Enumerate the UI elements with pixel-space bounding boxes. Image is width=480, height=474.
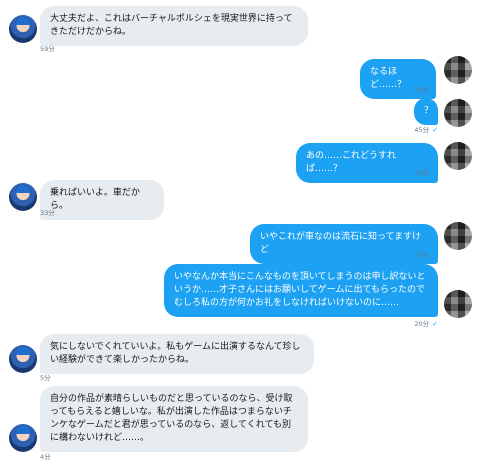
avatar[interactable]	[444, 99, 472, 127]
message-time: 4分	[40, 453, 51, 461]
read-check-icon: ✓	[432, 169, 438, 177]
read-check-icon: ✓	[432, 251, 438, 259]
avatar[interactable]	[444, 222, 472, 250]
message-meta: 20分 ✓	[414, 320, 438, 328]
read-check-icon: ✓	[432, 86, 438, 94]
message-bubble: いやなんか本当にこんなものを頂いてしまうのは申し訳ないというか……才子さんにはお…	[164, 264, 438, 317]
read-check-icon: ✓	[432, 320, 438, 328]
message-bubble: 大丈夫だよ、これはバーチャルポルシェを現実世界に持ってきただけだからね。	[40, 6, 308, 46]
message-time: 5分	[40, 374, 51, 382]
message-bubble: 乗ればいいよ。車だから。	[40, 180, 164, 220]
message-text: 気にしないでくれていいよ。私もゲームに出演するなんて珍しい経験ができて楽しかった…	[50, 342, 301, 365]
message-meta: 41分 ✓	[414, 169, 438, 177]
avatar[interactable]	[9, 345, 37, 373]
message-text: 大丈夫だよ、これはバーチャルポルシェを現実世界に持ってきただけだからね。	[50, 14, 293, 37]
avatar[interactable]	[9, 183, 37, 211]
message-bubble: 気にしないでくれていいよ。私もゲームに出演するなんて珍しい経験ができて楽しかった…	[40, 334, 314, 374]
message-time: 33分	[40, 209, 55, 217]
avatar[interactable]	[444, 290, 472, 318]
message-meta: 45分 ✓	[414, 126, 438, 134]
message-meta: 50分 ✓	[414, 86, 438, 94]
avatar[interactable]	[9, 15, 37, 43]
message-bubble: 自分の作品が素晴らしいものだと思っているのなら、受け取ってもらえると嬉しいな。私…	[40, 386, 308, 452]
avatar[interactable]	[9, 424, 37, 452]
message-text: 乗ればいいよ。車だから。	[50, 188, 140, 211]
avatar[interactable]	[444, 56, 472, 84]
message-time: 59分	[40, 45, 55, 53]
message-bubble: あの……これどうすれば……？	[296, 143, 438, 183]
avatar[interactable]	[444, 142, 472, 170]
message-meta: 27分 ✓	[414, 251, 438, 259]
message-text: ？	[424, 106, 434, 116]
message-bubble: ？	[414, 98, 438, 125]
message-text: いやなんか本当にこんなものを頂いてしまうのは申し訳ないというか……才子さんにはお…	[174, 272, 426, 308]
message-text: 自分の作品が素晴らしいものだと思っているのなら、受け取ってもらえると嬉しいな。私…	[50, 394, 293, 443]
read-check-icon: ✓	[432, 126, 438, 134]
